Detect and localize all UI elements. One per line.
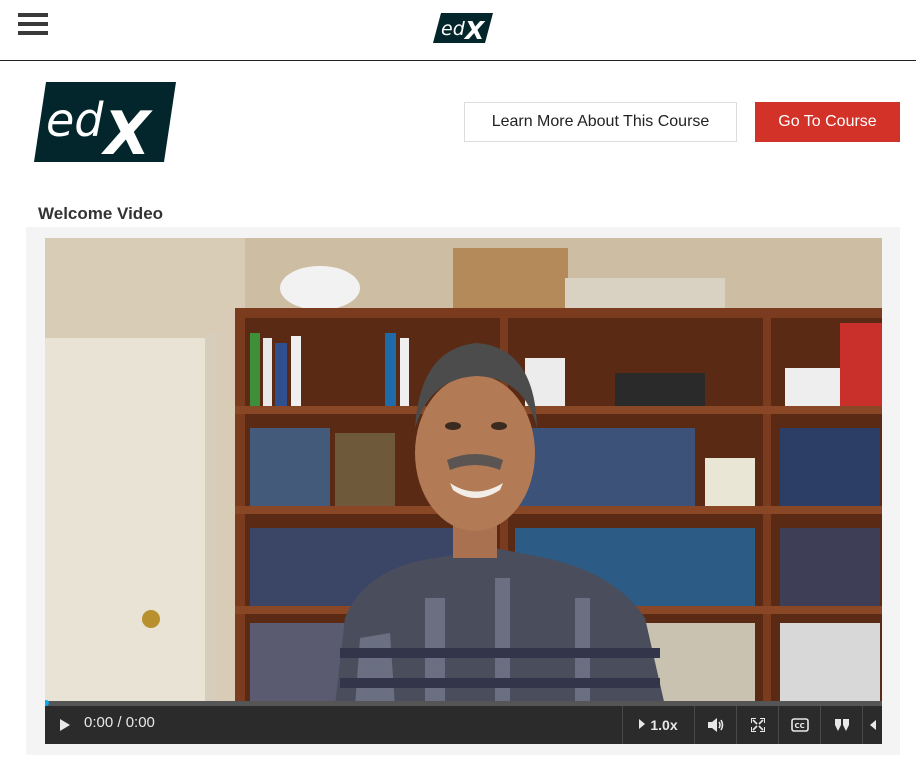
svg-text:X: X [463,16,486,45]
caret-left-icon[interactable] [862,706,882,744]
edx-header-logo[interactable]: ed X [433,11,493,50]
speed-control-button[interactable]: 1.0x [622,706,694,744]
transcript-quote-icon[interactable] [820,706,862,744]
go-to-course-button[interactable]: Go To Course [755,102,900,142]
learn-more-button[interactable]: Learn More About This Course [464,102,737,142]
top-navigation-bar: ed X [0,0,916,61]
volume-icon[interactable] [694,706,736,744]
closed-captions-icon[interactable]: CC [778,706,820,744]
video-frame-image [45,238,882,706]
time-display: 0:00 / 0:00 [84,714,155,731]
svg-text:CC: CC [794,722,804,730]
video-player[interactable]: 0:00 / 0:00 1.0x CC [45,238,882,744]
section-title: Welcome Video [38,204,164,223]
play-icon[interactable] [53,706,77,744]
speed-label: 1.0x [650,717,678,733]
fullscreen-icon[interactable] [736,706,778,744]
speed-arrow-icon [639,716,646,734]
hamburger-menu-icon[interactable] [18,13,48,39]
svg-text:ed: ed [46,93,104,147]
svg-text:ed: ed [441,18,466,40]
video-controls-bar: 0:00 / 0:00 1.0x CC [45,706,882,744]
svg-text:X: X [100,99,153,162]
edx-brand-logo: ed X [34,82,176,169]
